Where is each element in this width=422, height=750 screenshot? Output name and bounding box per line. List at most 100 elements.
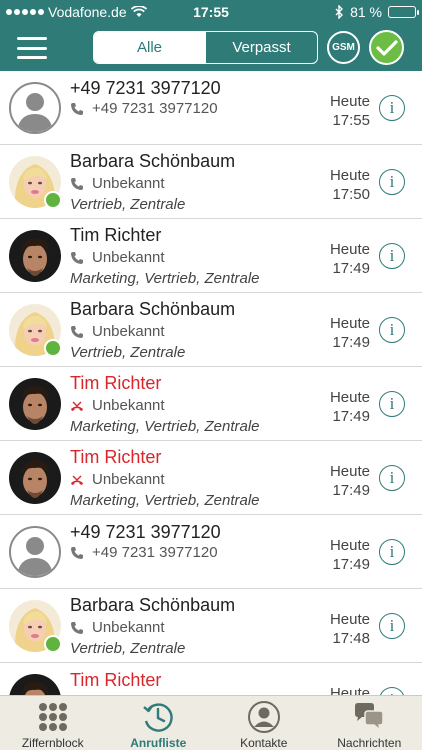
call-day: Heute xyxy=(329,167,370,184)
tab-ziffernblock[interactable]: Ziffernblock xyxy=(0,696,106,750)
avatar xyxy=(9,452,61,504)
caller-groups: Vertrieb, Zentrale xyxy=(70,344,186,361)
battery-icon xyxy=(388,6,419,18)
info-icon[interactable]: i xyxy=(379,539,405,565)
messages-icon xyxy=(355,703,384,732)
call-row[interactable]: Tim Richter Unbekannt Marketing, Vertrieb,… xyxy=(0,219,422,293)
call-detail: Unbekannt xyxy=(70,471,165,488)
caller-name: Barbara Schönbaum xyxy=(70,299,236,319)
caller-name: Tim Richter xyxy=(70,670,162,690)
call-detail: Unbekannt xyxy=(70,249,165,266)
call-day: Heute xyxy=(329,463,370,480)
caller-name: Tim Richter xyxy=(70,447,162,467)
tab-nachrichten[interactable]: Nachrichten xyxy=(317,696,422,750)
call-row[interactable]: Tim Richter Heute i xyxy=(0,663,422,695)
call-detail-text: Unbekannt xyxy=(92,471,165,488)
call-detail-text: +49 7231 3977120 xyxy=(92,100,218,117)
caller-groups: Marketing, Vertrieb, Zentrale xyxy=(70,418,260,435)
call-time: Heute 17:48 xyxy=(330,610,370,648)
check-icon[interactable] xyxy=(369,30,404,65)
avatar xyxy=(9,230,61,282)
tab-bar: Ziffernblock Anrufliste Kontakte Nachric… xyxy=(0,695,422,750)
caller-name: Barbara Schönbaum xyxy=(70,151,236,171)
call-day: Heute xyxy=(329,93,370,110)
info-icon[interactable]: i xyxy=(379,687,405,695)
online-status-dot xyxy=(44,339,62,357)
phone-icon xyxy=(71,102,83,115)
tab-verpasst[interactable]: Verpasst xyxy=(205,32,317,63)
info-icon[interactable]: i xyxy=(379,243,405,269)
call-day: Heute xyxy=(329,537,370,554)
tab-anrufliste[interactable]: Anrufliste xyxy=(106,696,212,750)
call-time: Heute 17:49 xyxy=(330,536,370,574)
call-detail-text: +49 7231 3977120 xyxy=(92,544,218,561)
call-clock: 17:50 xyxy=(332,186,370,203)
avatar xyxy=(9,378,61,430)
call-detail-text: Unbekannt xyxy=(92,249,165,266)
call-day: Heute xyxy=(329,241,370,258)
call-detail-text: Unbekannt xyxy=(92,175,165,192)
call-row[interactable]: Tim Richter Unbekannt Marketing, Vertrieb,… xyxy=(0,367,422,441)
call-time: Heute 17:50 xyxy=(330,166,370,204)
phone-icon xyxy=(71,546,83,559)
info-icon[interactable]: i xyxy=(379,169,405,195)
tab-label-nachrichten: Nachrichten xyxy=(337,736,402,750)
call-row[interactable]: Barbara Schönbaum Unbekannt Vertrieb, Zent… xyxy=(0,145,422,219)
call-clock: 17:49 xyxy=(332,334,370,351)
call-time: Heute 17:49 xyxy=(330,388,370,426)
call-detail: Unbekannt xyxy=(70,323,165,340)
call-clock: 17:49 xyxy=(332,408,370,425)
info-icon[interactable]: i xyxy=(379,613,405,639)
caller-name: +49 7231 3977120 xyxy=(70,78,221,98)
avatar xyxy=(9,82,61,134)
phone-icon xyxy=(71,251,83,264)
call-detail-text: Unbekannt xyxy=(92,323,165,340)
tab-kontakte[interactable]: Kontakte xyxy=(211,696,317,750)
call-time: Heute 17:49 xyxy=(330,314,370,352)
tab-label-anrufliste: Anrufliste xyxy=(130,736,187,750)
status-bar: Vodafone.de 17:55 81 % xyxy=(0,0,422,24)
caller-name: +49 7231 3977120 xyxy=(70,522,221,542)
info-icon[interactable]: i xyxy=(379,391,405,417)
caller-groups: Vertrieb, Zentrale xyxy=(70,640,186,657)
call-row[interactable]: +49 7231 3977120 +49 7231 3977120 Heute 17:… xyxy=(0,515,422,589)
call-history-icon xyxy=(143,703,173,732)
missed-call-icon xyxy=(71,475,83,485)
call-day: Heute xyxy=(329,685,370,695)
gsm-button[interactable]: GSM xyxy=(327,31,360,64)
nav-bar: Alle Verpasst GSM xyxy=(0,24,422,71)
online-status-dot xyxy=(44,635,62,653)
avatar xyxy=(9,600,62,653)
call-time: Heute 17:49 xyxy=(330,240,370,278)
call-detail: Unbekannt xyxy=(70,175,165,192)
call-row[interactable]: +49 7231 3977120 +49 7231 3977120 Heute 17:… xyxy=(0,71,422,145)
call-detail: Unbekannt xyxy=(70,397,165,414)
avatar xyxy=(9,674,61,695)
bluetooth-icon xyxy=(335,5,344,19)
avatar xyxy=(9,156,62,209)
call-day: Heute xyxy=(329,389,370,406)
tab-alle[interactable]: Alle xyxy=(94,32,205,63)
info-icon[interactable]: i xyxy=(379,95,405,121)
call-detail-text: Unbekannt xyxy=(92,619,165,636)
call-day: Heute xyxy=(329,315,370,332)
phone-icon xyxy=(71,621,83,634)
info-icon[interactable]: i xyxy=(379,317,405,343)
caller-groups: Marketing, Vertrieb, Zentrale xyxy=(70,270,260,287)
caller-groups: Marketing, Vertrieb, Zentrale xyxy=(70,492,260,509)
info-icon[interactable]: i xyxy=(379,465,405,491)
phone-icon xyxy=(71,325,83,338)
hamburger-icon[interactable] xyxy=(17,37,47,59)
caller-name: Tim Richter xyxy=(70,225,162,245)
call-clock: 17:55 xyxy=(332,112,370,129)
call-time: Heute 17:49 xyxy=(330,462,370,500)
phone-icon xyxy=(71,177,83,190)
tab-label-ziffernblock: Ziffernblock xyxy=(21,736,84,750)
keypad-icon xyxy=(38,703,67,731)
tab-label-kontakte: Kontakte xyxy=(240,736,288,750)
call-detail: +49 7231 3977120 xyxy=(70,100,218,117)
filter-segmented-control: Alle Verpasst xyxy=(93,31,318,64)
call-row[interactable]: Barbara Schönbaum Unbekannt Vertrieb, Zent… xyxy=(0,293,422,367)
call-row[interactable]: Barbara Schönbaum Unbekannt Vertrieb, Zent… xyxy=(0,589,422,663)
call-row[interactable]: Tim Richter Unbekannt Marketing, Vertrieb,… xyxy=(0,441,422,515)
